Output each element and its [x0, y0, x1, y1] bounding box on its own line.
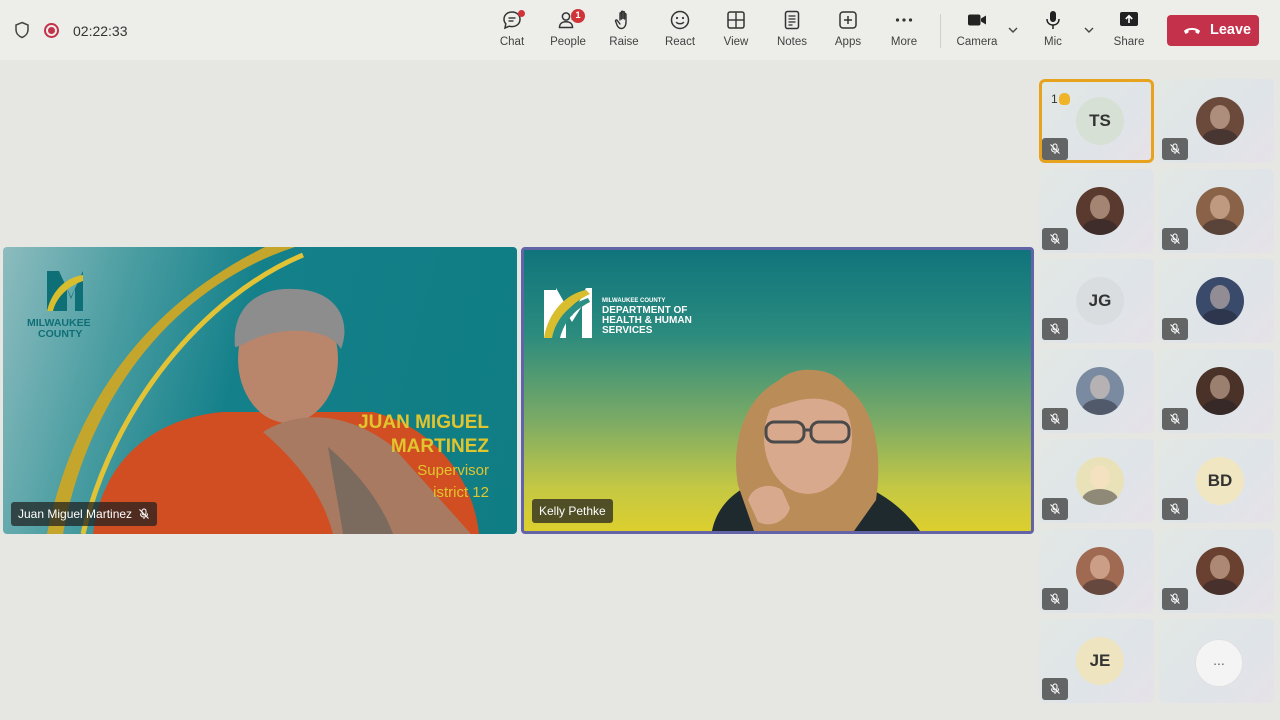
avatar	[1196, 97, 1244, 145]
participant-tile[interactable]: JE	[1039, 619, 1154, 703]
share-button[interactable]: Share	[1101, 9, 1157, 55]
more-participants-button[interactable]: ...	[1195, 639, 1243, 687]
notes-button[interactable]: Notes	[764, 9, 820, 55]
mic-button[interactable]: Mic	[1025, 9, 1081, 55]
meeting-toolbar: 02:22:33 Chat 1 People Raise React View …	[0, 0, 1280, 60]
video-tile-kelly-pethke[interactable]: MILWAUKEE COUNTY DEPARTMENT OF HEALTH & …	[521, 247, 1034, 534]
raised-hand-indicator: 1	[1051, 92, 1070, 106]
shield-icon[interactable]	[13, 21, 31, 39]
participant-tile[interactable]	[1039, 439, 1154, 523]
mic-muted-icon	[1162, 498, 1188, 520]
svg-text:Supervisor: Supervisor	[417, 462, 489, 479]
raised-hand-icon	[1058, 93, 1070, 105]
camera-button[interactable]: Camera	[949, 9, 1005, 55]
hand-icon	[614, 10, 627, 30]
svg-text:istrict 12: istrict 12	[433, 484, 489, 501]
svg-text:JUAN MIGUEL: JUAN MIGUEL	[358, 412, 489, 433]
mic-muted-icon	[1162, 228, 1188, 250]
avatar	[1076, 547, 1124, 595]
participant-tile[interactable]: TS 1	[1039, 79, 1154, 163]
avatar	[1196, 547, 1244, 595]
mic-muted-icon	[1042, 678, 1068, 700]
video-feed: MILWAUKEE COUNTY JUAN MIGUEL MARTINEZ Su…	[27, 247, 490, 534]
participant-name-tag: Kelly Pethke	[532, 499, 613, 523]
mic-muted-icon	[1042, 588, 1068, 610]
people-count-badge: 1	[571, 9, 585, 23]
svg-text:COUNTY: COUNTY	[38, 328, 82, 340]
avatar-initials: JG	[1076, 277, 1124, 325]
ellipsis-icon	[895, 18, 913, 22]
avatar-initials: JE	[1076, 637, 1124, 685]
svg-text:SERVICES: SERVICES	[602, 325, 653, 336]
mic-muted-icon	[139, 508, 149, 519]
video-feed: MILWAUKEE COUNTY DEPARTMENT OF HEALTH & …	[544, 288, 920, 531]
meeting-timer: 02:22:33	[73, 23, 128, 39]
participant-tile[interactable]	[1159, 349, 1274, 433]
participant-tile[interactable]	[1159, 259, 1274, 343]
avatar	[1076, 187, 1124, 235]
avatar	[1196, 277, 1244, 325]
raised-hand-count: 1	[1051, 92, 1058, 106]
mic-muted-icon	[1042, 318, 1068, 340]
react-button[interactable]: React	[652, 9, 708, 55]
mic-muted-icon	[1042, 408, 1068, 430]
camera-options-chevron-icon[interactable]	[1007, 24, 1019, 36]
participant-tile[interactable]: BD	[1159, 439, 1274, 523]
grid-icon	[727, 11, 745, 29]
mic-muted-icon	[1162, 408, 1188, 430]
mic-muted-icon	[1162, 588, 1188, 610]
participant-tile[interactable]	[1039, 349, 1154, 433]
add-app-icon	[839, 11, 857, 29]
participant-tile[interactable]: JG	[1039, 259, 1154, 343]
participant-tile[interactable]	[1159, 79, 1274, 163]
share-screen-icon	[1120, 12, 1138, 26]
mic-muted-icon	[1042, 498, 1068, 520]
participant-tile[interactable]	[1039, 529, 1154, 613]
avatar	[1076, 367, 1124, 415]
view-button[interactable]: View	[708, 9, 764, 55]
avatar	[1076, 457, 1124, 505]
video-tile-juan-miguel-martinez[interactable]: MILWAUKEE COUNTY JUAN MIGUEL MARTINEZ Su…	[3, 247, 517, 534]
hang-up-icon	[1184, 28, 1200, 34]
participant-tile[interactable]	[1159, 169, 1274, 253]
unread-dot	[518, 10, 525, 17]
recording-icon	[44, 23, 59, 38]
participant-tile[interactable]	[1159, 529, 1274, 613]
avatar	[1196, 367, 1244, 415]
svg-text:MILWAUKEE COUNTY: MILWAUKEE COUNTY	[602, 298, 665, 304]
apps-button[interactable]: Apps	[820, 9, 876, 55]
leave-button[interactable]: Leave	[1167, 15, 1259, 46]
raise-hand-button[interactable]: Raise	[596, 9, 652, 55]
participant-tile[interactable]	[1039, 169, 1154, 253]
smiley-icon	[670, 10, 690, 30]
mic-options-chevron-icon[interactable]	[1083, 24, 1095, 36]
avatar-initials: TS	[1076, 97, 1124, 145]
mic-muted-icon	[1162, 318, 1188, 340]
notes-icon	[784, 10, 800, 30]
more-participants-tile[interactable]: ...	[1159, 619, 1274, 703]
svg-text:MARTINEZ: MARTINEZ	[391, 436, 490, 457]
more-button[interactable]: More	[876, 9, 932, 55]
participant-name-tag: Juan Miguel Martinez	[11, 502, 158, 526]
chat-button[interactable]: Chat	[484, 9, 540, 55]
mic-muted-icon	[1042, 138, 1068, 160]
toolbar-divider	[940, 14, 941, 48]
people-button[interactable]: 1 People	[540, 9, 596, 55]
mic-muted-icon	[1042, 228, 1068, 250]
mic-muted-icon	[1162, 138, 1188, 160]
camera-icon	[968, 14, 986, 26]
microphone-icon	[1046, 11, 1060, 29]
avatar-initials: BD	[1196, 457, 1244, 505]
avatar	[1196, 187, 1244, 235]
